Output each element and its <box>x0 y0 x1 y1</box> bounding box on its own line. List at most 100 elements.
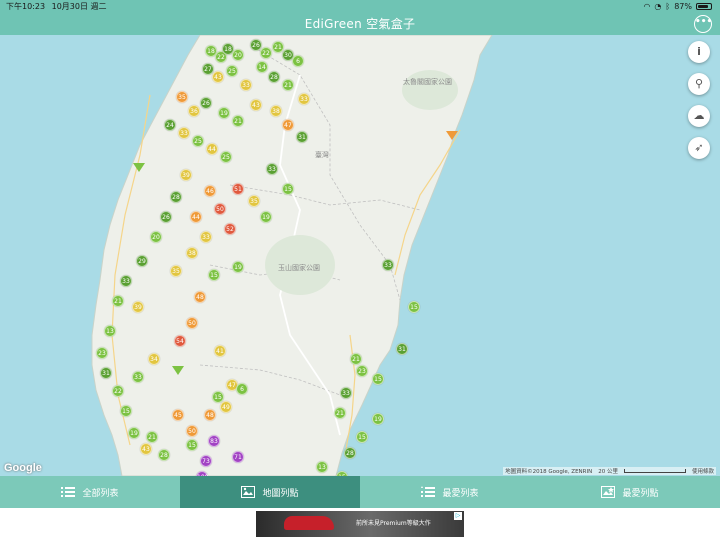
aqi-marker[interactable]: 15 <box>372 373 384 385</box>
aqi-marker[interactable]: 33 <box>298 93 310 105</box>
aqi-marker[interactable]: 26 <box>200 97 212 109</box>
aqi-marker[interactable]: 13 <box>104 325 116 337</box>
aqi-marker[interactable]: 43 <box>250 99 262 111</box>
aqi-marker[interactable]: 28 <box>158 449 170 461</box>
aqi-marker[interactable]: 71 <box>232 451 244 463</box>
info-icon[interactable]: i <box>688 41 710 63</box>
aqi-marker[interactable]: 21 <box>350 353 362 365</box>
aqi-marker[interactable]: 15 <box>212 391 224 403</box>
aqi-marker[interactable]: 24 <box>164 119 176 131</box>
aqi-marker[interactable]: 41 <box>214 345 226 357</box>
aqi-marker[interactable]: 23 <box>96 347 108 359</box>
aqi-marker[interactable]: 21 <box>334 407 346 419</box>
aqi-marker[interactable]: 19 <box>128 427 140 439</box>
aqi-marker[interactable]: 33 <box>240 79 252 91</box>
aqi-marker[interactable]: 15 <box>282 183 294 195</box>
aqi-marker[interactable]: 35 <box>176 91 188 103</box>
aqi-marker[interactable]: 38 <box>270 105 282 117</box>
triangle-marker[interactable] <box>172 366 184 375</box>
aqi-marker[interactable]: 38 <box>186 247 198 259</box>
aqi-marker[interactable]: 39 <box>180 169 192 181</box>
cloud-icon[interactable]: ☁ <box>688 105 710 127</box>
aqi-marker[interactable]: 73 <box>200 455 212 467</box>
aqi-marker[interactable]: 33 <box>200 231 212 243</box>
aqi-marker[interactable]: 43 <box>140 443 152 455</box>
ad-banner[interactable]: 前所未見Premium等級大作 ▷ <box>256 511 464 537</box>
aqi-marker[interactable]: 28 <box>344 447 356 459</box>
aqi-marker[interactable]: 45 <box>172 409 184 421</box>
aqi-marker[interactable]: 15 <box>186 439 198 451</box>
aqi-marker[interactable]: 28 <box>268 71 280 83</box>
aqi-marker[interactable]: 31 <box>100 367 112 379</box>
aqi-marker[interactable]: 21 <box>232 115 244 127</box>
aqi-marker[interactable]: 50 <box>214 203 226 215</box>
tab-favorites-map[interactable]: 最愛列點 <box>540 476 720 508</box>
aqi-marker[interactable]: 21 <box>282 79 294 91</box>
aqi-marker[interactable]: 26 <box>160 211 172 223</box>
aqi-marker[interactable]: 49 <box>220 401 232 413</box>
aqi-marker[interactable]: 31 <box>296 131 308 143</box>
aqi-marker[interactable]: 44 <box>190 211 202 223</box>
aqi-marker[interactable]: 50 <box>186 425 198 437</box>
aqi-marker[interactable]: 19 <box>260 211 272 223</box>
triangle-marker[interactable] <box>133 163 145 172</box>
tab-map-points[interactable]: 地圖列點 <box>180 476 360 508</box>
aqi-marker[interactable]: 54 <box>174 335 186 347</box>
aqi-marker[interactable]: 52 <box>224 223 236 235</box>
aqi-marker[interactable]: 15 <box>408 301 420 313</box>
tab-favorites-list[interactable]: 最愛列表 <box>360 476 540 508</box>
aqi-marker[interactable]: 25 <box>192 135 204 147</box>
tab-all-list[interactable]: 全部列表 <box>0 476 180 508</box>
aqi-marker[interactable]: 51 <box>232 183 244 195</box>
aqi-marker[interactable]: 33 <box>266 163 278 175</box>
aqi-marker[interactable]: 15 <box>208 269 220 281</box>
aqi-marker[interactable]: 25 <box>220 151 232 163</box>
more-options-icon[interactable]: ••• <box>694 15 712 33</box>
aqi-marker[interactable]: 6 <box>236 383 248 395</box>
aqi-marker[interactable]: 15 <box>120 405 132 417</box>
aqi-marker[interactable]: 36 <box>188 105 200 117</box>
aqi-marker[interactable]: 22 <box>260 47 272 59</box>
terms-link[interactable]: 使用條款 <box>692 467 714 475</box>
scale-label: 20 公里 <box>598 469 618 475</box>
aqi-marker[interactable]: 15 <box>356 431 368 443</box>
triangle-marker[interactable] <box>446 131 458 140</box>
aqi-marker[interactable]: 33 <box>178 127 190 139</box>
aqi-marker[interactable]: 13 <box>316 461 328 473</box>
aqi-marker[interactable]: 48 <box>204 409 216 421</box>
aqi-marker[interactable]: 39 <box>132 301 144 313</box>
aqi-marker[interactable]: 46 <box>204 185 216 197</box>
aqi-marker[interactable]: 44 <box>206 143 218 155</box>
aqi-marker[interactable]: 33 <box>132 371 144 383</box>
aqi-marker[interactable]: 19 <box>232 261 244 273</box>
air-quality-map[interactable]: 太魯閣國家公園 臺灣 玉山國家公園 18 22 18 20 26 22 21 30 6 27 43 2… <box>0 35 720 476</box>
aqi-marker[interactable]: 50 <box>186 317 198 329</box>
aqi-marker[interactable]: 47 <box>282 119 294 131</box>
aqi-marker[interactable]: 20 <box>232 49 244 61</box>
aqi-marker[interactable]: 22 <box>112 385 124 397</box>
aqi-marker[interactable]: 35 <box>248 195 260 207</box>
ad-choices-icon[interactable]: ▷ <box>454 512 462 520</box>
navigate-icon[interactable]: ➶ <box>688 137 710 159</box>
aqi-marker[interactable]: 19 <box>372 413 384 425</box>
aqi-marker[interactable]: 33 <box>120 275 132 287</box>
aqi-marker[interactable]: 28 <box>170 191 182 203</box>
aqi-marker[interactable]: 19 <box>218 107 230 119</box>
aqi-marker[interactable]: 6 <box>292 55 304 67</box>
aqi-marker[interactable]: 25 <box>226 65 238 77</box>
aqi-marker[interactable]: 14 <box>256 61 268 73</box>
aqi-marker[interactable]: 33 <box>382 259 394 271</box>
aqi-marker[interactable]: 34 <box>148 353 160 365</box>
location-pin-icon[interactable]: ⚲ <box>688 73 710 95</box>
aqi-marker[interactable]: 23 <box>356 365 368 377</box>
aqi-marker[interactable]: 35 <box>170 265 182 277</box>
aqi-marker[interactable]: 29 <box>136 255 148 267</box>
aqi-marker[interactable]: 21 <box>112 295 124 307</box>
aqi-marker[interactable]: 43 <box>212 71 224 83</box>
aqi-marker[interactable]: 33 <box>340 387 352 399</box>
aqi-marker[interactable]: 20 <box>150 231 162 243</box>
aqi-marker[interactable]: 21 <box>146 431 158 443</box>
aqi-marker[interactable]: 48 <box>194 291 206 303</box>
aqi-marker[interactable]: 83 <box>208 435 220 447</box>
aqi-marker[interactable]: 31 <box>396 343 408 355</box>
